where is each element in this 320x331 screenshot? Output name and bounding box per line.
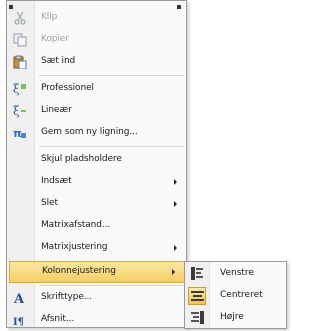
menu-separator — [39, 146, 184, 147]
svg-text:ξ: ξ — [13, 82, 20, 96]
submenu-item-align-right[interactable]: Højre — [186, 307, 285, 329]
submenu-arrow-icon — [172, 269, 175, 275]
copy-icon — [13, 33, 27, 47]
menu-item-label: Kopier — [41, 34, 69, 44]
menu-item-column-alignment[interactable]: Kolonnejustering — [9, 261, 185, 283]
menu-item-label: Matrixjustering — [41, 242, 108, 252]
menu-item-label: Professionel — [41, 83, 94, 93]
save-equation-icon: π — [13, 126, 27, 140]
submenu-item-label: Venstre — [220, 268, 254, 278]
menu-item-font[interactable]: A Skrifttype... — [7, 287, 186, 309]
paragraph-icon: I¶ — [13, 313, 27, 328]
menu-item-paste[interactable]: Sæt ind — [7, 51, 186, 73]
menu-item-paragraph[interactable]: I¶ Afsnit... — [7, 309, 186, 331]
menu-item-label: Klip — [41, 12, 58, 22]
equation-professional-icon: ξ — [13, 82, 27, 96]
align-left-icon — [191, 267, 204, 280]
submenu-item-label: Højre — [220, 312, 244, 322]
menu-item-label: Gem som ny ligning... — [41, 127, 138, 137]
menu-item-delete[interactable]: Slet — [7, 193, 186, 215]
submenu-item-align-left[interactable]: Venstre — [186, 263, 285, 285]
menu-item-label: Kolonnejustering — [42, 266, 116, 276]
svg-text:I¶: I¶ — [13, 317, 24, 327]
svg-text:A: A — [13, 292, 25, 305]
align-right-icon — [191, 311, 204, 324]
column-alignment-submenu: Venstre Centreret Højre — [184, 261, 287, 329]
menu-item-label: Afsnit... — [41, 314, 75, 324]
submenu-item-label: Centreret — [220, 290, 263, 300]
svg-text:ξ: ξ — [13, 104, 20, 118]
menu-item-professional[interactable]: ξ Professionel — [7, 78, 186, 100]
menu-item-save-as-new-equation[interactable]: π Gem som ny ligning... — [7, 122, 186, 144]
menu-item-label: Lineær — [41, 105, 72, 115]
submenu-arrow-icon — [174, 245, 177, 251]
menu-item-label: Skjul pladsholdere — [41, 154, 122, 164]
context-menu: Klip Kopier Sæt ind ξ Professionel ξ Lin… — [6, 0, 187, 328]
menu-separator — [39, 285, 184, 286]
paste-icon — [13, 55, 27, 70]
menu-item-label: Skrifttype... — [41, 292, 93, 302]
menu-separator — [39, 75, 184, 76]
equation-linear-icon: ξ — [13, 104, 27, 118]
font-icon: A — [13, 291, 27, 307]
menu-item-label: Sæt ind — [41, 56, 76, 66]
submenu-arrow-icon — [174, 179, 177, 185]
menu-item-label: Slet — [41, 198, 58, 208]
submenu-item-align-center[interactable]: Centreret — [186, 285, 285, 307]
menu-item-label: Matrixafstand... — [41, 220, 111, 230]
align-center-icon — [188, 287, 206, 305]
menu-item-linear[interactable]: ξ Lineær — [7, 100, 186, 122]
menu-item-hide-placeholders[interactable]: Skjul pladsholdere — [7, 149, 186, 171]
menu-item-insert[interactable]: Indsæt — [7, 171, 186, 193]
menu-item-matrix-spacing[interactable]: Matrixafstand... — [7, 215, 186, 237]
menu-item-label: Indsæt — [41, 176, 72, 186]
menu-item-matrix-alignment[interactable]: Matrixjustering — [7, 237, 186, 259]
svg-text:π: π — [13, 127, 22, 140]
menu-item-copy[interactable]: Kopier — [7, 29, 186, 51]
scissors-icon — [13, 11, 27, 25]
menu-item-cut[interactable]: Klip — [7, 7, 186, 29]
submenu-arrow-icon — [174, 201, 177, 207]
